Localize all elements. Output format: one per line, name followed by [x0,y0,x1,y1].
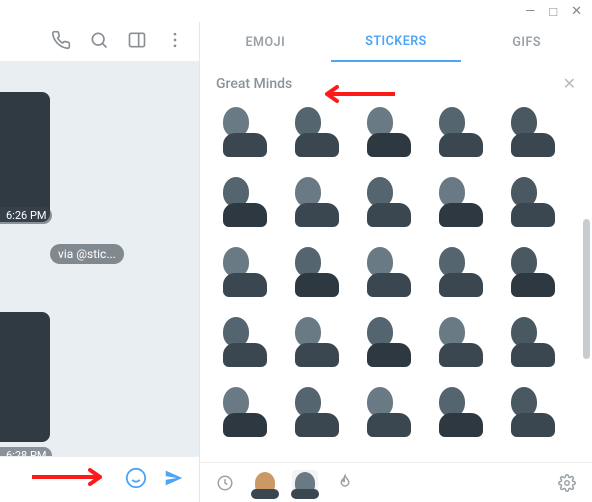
sticker-item[interactable] [212,309,278,375]
sticker-sets-tray [200,462,592,502]
sticker-item[interactable] [428,309,494,375]
close-pack-button[interactable]: ✕ [563,74,576,93]
sticker-item[interactable] [356,99,422,165]
sticker-item[interactable] [428,99,494,165]
chat-input-bar [0,456,199,502]
sticker-item[interactable] [284,99,350,165]
sticker-item[interactable] [500,239,566,305]
sticker-item[interactable] [212,169,278,235]
sticker-item[interactable] [356,239,422,305]
tab-emoji[interactable]: EMOJI [200,22,331,62]
scrollbar-thumb[interactable] [583,219,590,359]
maximize-button[interactable]: □ [549,4,557,18]
message-time: 6:28 PM [0,447,52,456]
sticker-item[interactable] [212,239,278,305]
sticker-set-thumb[interactable] [292,470,318,496]
chat-history[interactable]: 6:26 PM via @stic... 6:28 PM [0,62,199,456]
sticker-item[interactable] [212,379,278,445]
sticker-message[interactable] [0,312,50,442]
sticker-message[interactable] [0,92,50,222]
emoji-picker-button[interactable] [125,467,147,493]
search-icon[interactable] [89,30,109,54]
sticker-panel: EMOJI STICKERS GIFS Great Minds ✕ [200,22,592,502]
sticker-item[interactable] [284,309,350,375]
sticker-item[interactable] [356,169,422,235]
sticker-grid [212,99,588,445]
sticker-item[interactable] [428,379,494,445]
more-menu-icon[interactable] [165,30,185,54]
sticker-item[interactable] [500,309,566,375]
sticker-item[interactable] [284,239,350,305]
sticker-item[interactable] [284,379,350,445]
sticker-item[interactable] [500,99,566,165]
minimize-button[interactable]: — [525,4,535,18]
sticker-item[interactable] [212,99,278,165]
sticker-item[interactable] [428,239,494,305]
tab-stickers[interactable]: STICKERS [331,22,462,62]
sticker-item[interactable] [500,379,566,445]
sticker-set-thumb[interactable] [252,470,278,496]
recent-stickers-button[interactable] [212,470,238,496]
sidebar-toggle-icon[interactable] [127,30,147,54]
call-icon[interactable] [51,30,71,54]
window-controls: — □ ✕ [515,0,592,22]
sticker-item[interactable] [356,379,422,445]
trending-stickers-button[interactable] [332,470,358,496]
sticker-item[interactable] [428,169,494,235]
sticker-pack-title: Great Minds [216,76,292,92]
panel-tabs: EMOJI STICKERS GIFS [200,22,592,62]
chat-toolbar [0,22,199,62]
sticker-item[interactable] [356,309,422,375]
sticker-grid-wrap [200,99,592,462]
sticker-settings-button[interactable] [554,470,580,496]
sticker-item[interactable] [284,169,350,235]
message-time: 6:26 PM [0,207,52,224]
sticker-pack-header: Great Minds ✕ [200,62,592,99]
sticker-item[interactable] [500,169,566,235]
close-window-button[interactable]: ✕ [571,4,582,18]
send-button[interactable] [163,467,185,493]
chat-column: 6:26 PM via @stic... 6:28 PM [0,22,200,502]
tab-gifs[interactable]: GIFS [461,22,592,62]
via-badge: via @stic... [50,244,124,264]
